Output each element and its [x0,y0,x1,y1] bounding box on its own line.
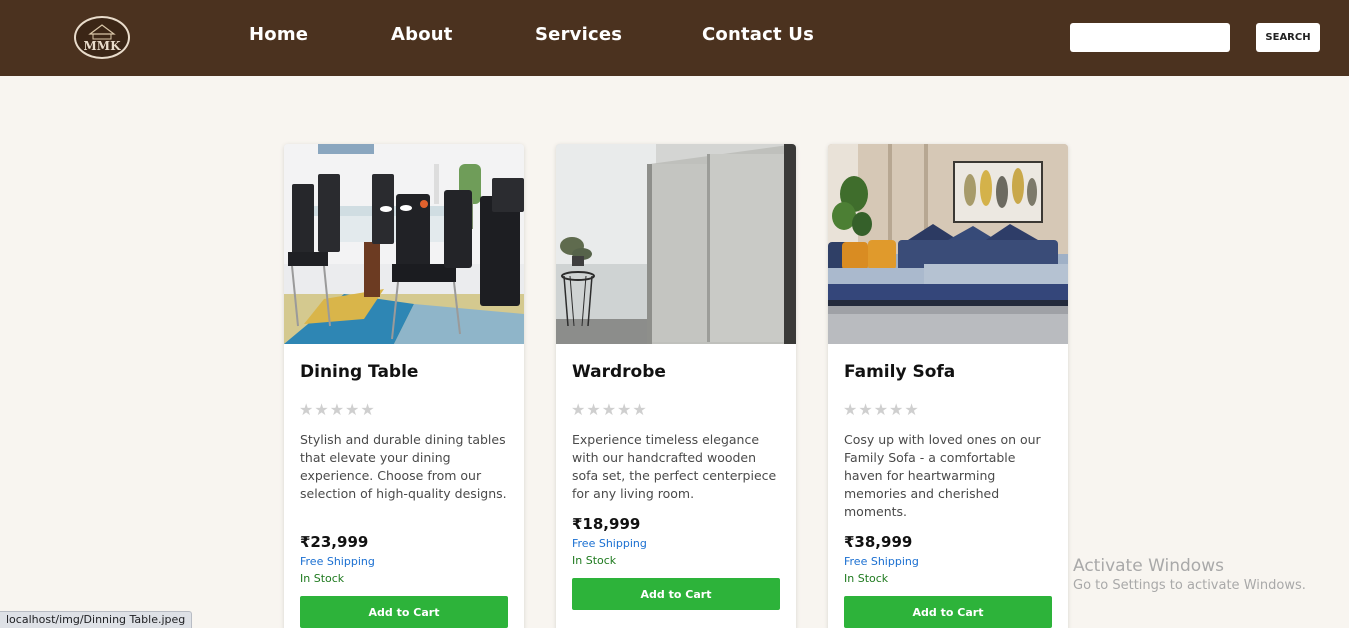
nav-services[interactable]: Services [535,24,622,45]
product-price: ₹23,999 [300,533,369,551]
nav-about[interactable]: About [391,24,453,45]
rating-stars: ★★★★★ [299,400,376,419]
product-title: Dining Table [300,362,419,382]
product-description: Experience timeless elegance with our ha… [572,432,777,501]
windows-activation-watermark: Activate Windows Go to Settings to activ… [1073,556,1306,593]
add-to-cart-button[interactable]: Add to Cart [844,596,1052,628]
product-image-wardrobe[interactable] [556,144,796,344]
stock-status: In Stock [572,554,617,567]
product-image-dining-table[interactable] [284,144,524,344]
product-card-wardrobe: Wardrobe ★★★★★ Experience timeless elega… [556,144,796,628]
product-image-family-sofa[interactable] [828,144,1068,344]
nav-home[interactable]: Home [249,24,308,45]
product-price: ₹18,999 [572,515,641,533]
brand-logo[interactable]: MMK [74,16,130,59]
rating-stars: ★★★★★ [571,400,648,419]
watermark-subtitle: Go to Settings to activate Windows. [1073,578,1306,593]
product-title: Family Sofa [844,362,956,382]
shipping-info: Free Shipping [300,555,375,568]
product-description: Stylish and durable dining tables that e… [300,432,507,501]
stock-status: In Stock [844,572,889,585]
rating-stars: ★★★★★ [843,400,920,419]
shipping-info: Free Shipping [572,537,647,550]
logo-text: MMK [84,39,122,53]
watermark-title: Activate Windows [1073,556,1224,576]
status-bar-url: localhost/img/Dinning Table.jpeg [0,611,193,628]
nav-contact-us[interactable]: Contact Us [702,24,814,45]
search-input[interactable] [1070,23,1230,52]
stock-status: In Stock [300,572,345,585]
add-to-cart-button[interactable]: Add to Cart [572,578,780,610]
product-card-dining-table: Dining Table ★★★★★ Stylish and durable d… [284,144,524,628]
logo-emblem-icon: MMK [84,23,122,53]
product-description: Cosy up with loved ones on our Family So… [844,432,1041,519]
add-to-cart-button[interactable]: Add to Cart [300,596,508,628]
product-price: ₹38,999 [844,533,913,551]
shipping-info: Free Shipping [844,555,919,568]
search-button[interactable]: SEARCH [1256,23,1320,52]
navbar: MMK Home About Services Contact Us SEARC… [0,0,1349,76]
product-title: Wardrobe [572,362,666,382]
product-card-family-sofa: Family Sofa ★★★★★ Cosy up with loved one… [828,144,1068,628]
